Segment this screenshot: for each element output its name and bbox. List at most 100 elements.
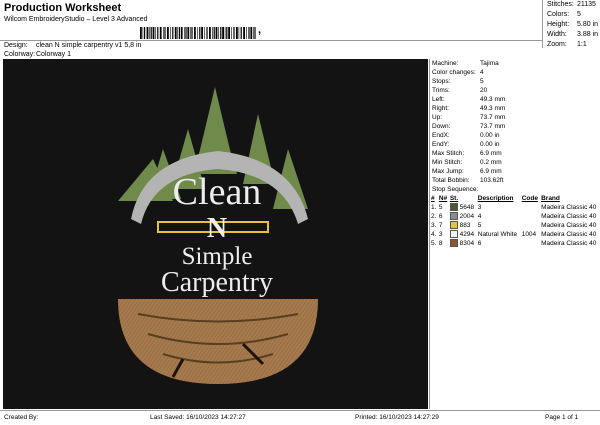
last-saved: Last Saved: 16/10/2023 14:27:27 — [150, 414, 246, 421]
color-description: 5 — [477, 222, 482, 229]
stat-row: Colors: 5 — [543, 10, 600, 20]
barcode-bar — [215, 27, 218, 39]
barcode-bar — [209, 27, 211, 39]
barcode-bar — [204, 27, 205, 39]
barcode-bar — [228, 27, 230, 39]
table-row: 2. 6 2004 4 Madeira Classic 40 — [430, 212, 600, 221]
barcode-bar — [222, 27, 224, 39]
color-description: 6 — [477, 240, 482, 247]
table-row: 1. 5 5648 3 Madeira Classic 40 — [430, 203, 600, 212]
embroidery-design: Clean N Simple Carpentry — [118, 87, 318, 384]
info-label: Machine: — [432, 60, 459, 67]
barcode-bar — [250, 27, 253, 39]
colorway-name: Colorway 1 — [36, 51, 72, 58]
barcode-bar — [218, 27, 219, 39]
page-title: Production Worksheet — [4, 2, 122, 14]
info-label: Trims: — [432, 87, 450, 94]
info-label: Min Stitch: — [432, 159, 463, 166]
color-description: 3 — [477, 204, 482, 211]
info-value: 49.3 mm — [480, 105, 506, 112]
barcode-bar — [238, 27, 240, 39]
color-description: Natural White — [477, 231, 518, 238]
stat-label: Height: — [547, 21, 570, 28]
barcode-bar — [233, 27, 235, 39]
printed-date: Printed: 16/10/2023 14:27:29 — [355, 414, 439, 421]
stop-sequence-title: Stop Sequence: — [432, 186, 479, 193]
needle-number: 7 — [438, 222, 443, 229]
barcode-bar — [152, 27, 155, 39]
column-header: # — [431, 195, 435, 202]
column-header: N# — [438, 195, 448, 202]
stitch-count: 8304 — [449, 239, 477, 248]
barcode-bar — [164, 27, 166, 39]
stitch-count: 2004 — [449, 212, 477, 221]
info-row: Stops: 5 — [430, 77, 600, 86]
barcode-bar — [187, 27, 190, 39]
barcode-bar — [163, 27, 164, 39]
info-label: Stops: — [432, 78, 451, 85]
color-code: 1004 — [521, 231, 537, 238]
stitch-count: 883 — [449, 221, 477, 230]
footer: Created By: Last Saved: 16/10/2023 14:27… — [0, 410, 600, 425]
barcode-bar — [231, 27, 232, 39]
info-row: EndX: 0.00 in — [430, 131, 600, 140]
barcode-bar — [236, 27, 238, 39]
stat-value: 1:1 — [577, 41, 587, 48]
info-value: 5 — [480, 78, 484, 85]
stat-row: Height: 5.80 in — [543, 20, 600, 30]
design-text-n: N — [207, 213, 227, 244]
page-number: Page 1 of 1 — [545, 414, 579, 421]
design-text-clean: Clean — [173, 171, 262, 213]
barcode-bar — [248, 27, 250, 39]
stat-row: Width: 3.88 in — [543, 30, 600, 40]
color-code — [521, 221, 540, 230]
barcode-bar — [172, 27, 174, 39]
barcode-bar — [206, 27, 208, 39]
info-row: Left: 49.3 mm — [430, 95, 600, 104]
thread-brand: Madeira Classic 40 — [541, 213, 597, 220]
stitch-count: 4294 — [449, 230, 477, 239]
needle-number: 3 — [438, 231, 443, 238]
info-value: 49.3 mm — [480, 96, 506, 103]
info-value: 0.00 in — [480, 132, 500, 139]
barcode-suffix: , — [258, 24, 262, 36]
stitch-count-value: 2004 — [459, 213, 475, 220]
software-name: Wilcom EmbroideryStudio – Level 3 Advanc… — [4, 16, 148, 23]
barcode-bar — [191, 27, 193, 39]
machine-info: Machine: Tajima Color changes: 4 Stops: 5 Trim… — [430, 59, 600, 185]
stat-label: Zoom: — [547, 41, 567, 48]
barcode-bar — [157, 27, 159, 39]
info-row: Up: 73.7 mm — [430, 113, 600, 122]
needle-number: 5 — [438, 204, 443, 211]
info-row: Machine: Tajima — [430, 59, 600, 68]
barcode-bar — [253, 27, 254, 39]
barcode-bar — [194, 27, 196, 39]
barcode-bar — [190, 27, 191, 39]
info-label: Right: — [432, 105, 449, 112]
info-row: Color changes: 4 — [430, 68, 600, 77]
color-description: 4 — [477, 213, 482, 220]
info-label: Down: — [432, 123, 451, 130]
design-label: Design: — [4, 42, 28, 49]
stat-value: 21135 — [577, 1, 596, 8]
info-label: Color changes: — [432, 69, 476, 76]
stitch-count: 5648 — [449, 203, 477, 212]
info-value: 103.62ft — [480, 177, 504, 184]
table-row: 4. 3 4294 Natural White 1004 Madeira Classic… — [430, 230, 600, 239]
info-row: Trims: 20 — [430, 86, 600, 95]
stat-label: Stitches: — [547, 1, 574, 8]
barcode-bar — [177, 27, 178, 39]
design-text-carpentry: Carpentry — [161, 267, 273, 298]
barcode-bar — [142, 27, 144, 39]
barcode-bar — [213, 27, 215, 39]
info-label: Total Bobbin: — [432, 177, 470, 184]
barcode-bar — [201, 27, 203, 39]
info-row: Max Jump: 6.9 mm — [430, 167, 600, 176]
info-value: 4 — [480, 69, 484, 76]
row-index: 2. — [431, 213, 437, 220]
barcode-bar — [240, 27, 242, 39]
column-header: St. — [449, 195, 459, 202]
info-row: EndY: 0.00 in — [430, 140, 600, 149]
design-name: clean N simple carpentry v1 5,8 in — [36, 42, 142, 49]
row-index: 5. — [431, 240, 437, 247]
